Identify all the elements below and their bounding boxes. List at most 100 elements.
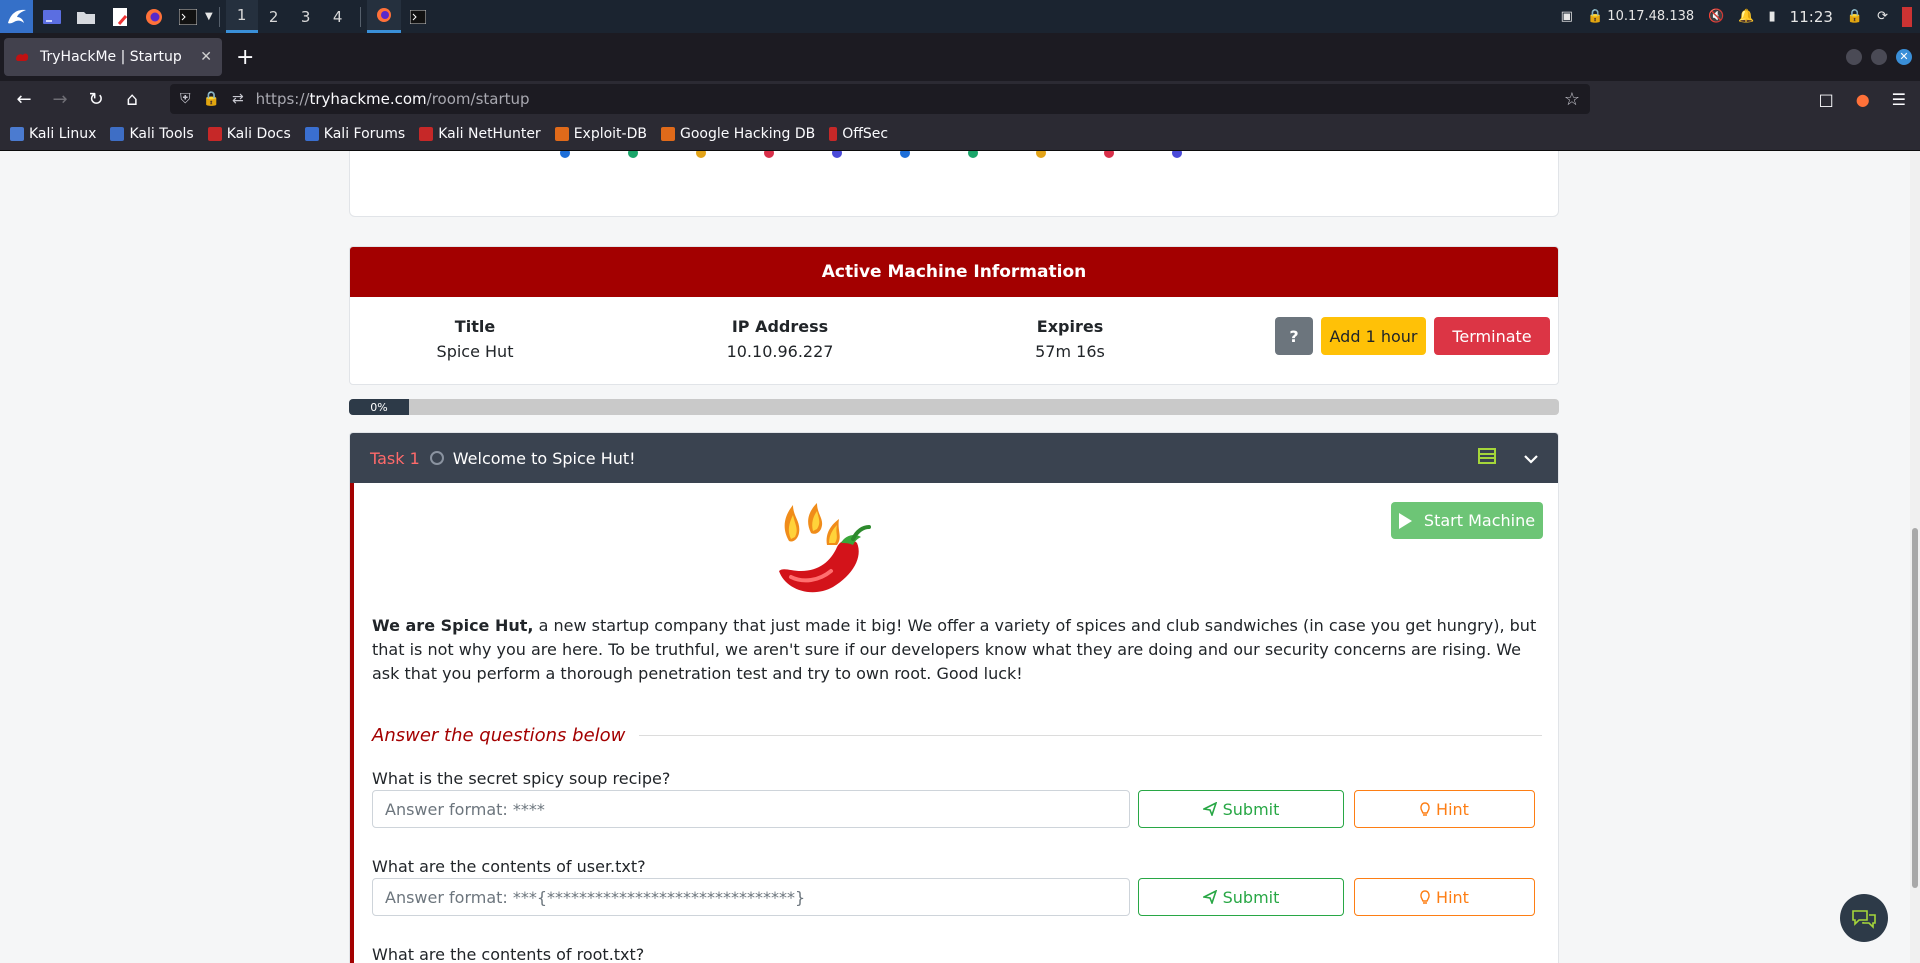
show-desktop-icon[interactable] [37, 2, 67, 32]
workspace-4[interactable]: 4 [322, 0, 354, 33]
network-indicator[interactable]: 🔒 10.17.48.138 [1587, 9, 1694, 24]
task-number: Task 1 [370, 448, 420, 468]
question-2-text: What are the contents of user.txt? [372, 857, 646, 876]
terminate-button[interactable]: Terminate [1434, 317, 1550, 355]
task-header[interactable]: Task 1 Welcome to Spice Hut! [350, 433, 1558, 483]
maximize-window-button[interactable] [1871, 49, 1887, 65]
workspace-3[interactable]: 3 [290, 0, 322, 33]
terminal-launcher-icon[interactable] [173, 2, 203, 32]
workspace-2[interactable]: 2 [258, 0, 290, 33]
forward-arrow-icon[interactable]: → [42, 89, 78, 110]
bookmark-star-icon[interactable]: ☆ [1564, 89, 1580, 110]
file-manager-icon[interactable] [71, 2, 101, 32]
paper-plane-icon [1202, 802, 1217, 816]
chat-bubbles-icon [1852, 910, 1876, 929]
close-window-button[interactable]: ✕ [1896, 49, 1912, 65]
kali-forums-icon [304, 126, 319, 141]
monitor-icon[interactable]: ▣ [1561, 9, 1573, 24]
question-3-text: What are the contents of root.txt? [372, 945, 645, 963]
address-bar[interactable]: ⛨ 🔒 ⇄ https:// tryhackme.com /room/start… [170, 84, 1590, 114]
browser-tab-bar: TryHackMe | Startup ✕ + ✕ [0, 33, 1920, 81]
hint-1-button[interactable]: Hint [1354, 790, 1535, 828]
shield-icon[interactable]: ⛨ [180, 91, 191, 107]
bookmark-kali-linux[interactable]: Kali Linux [10, 126, 96, 142]
pocket-icon[interactable]: □ [1819, 90, 1834, 109]
task-intro-text: We are Spice Hut, a new startup company … [372, 614, 1542, 686]
refresh-session-icon[interactable]: ⟳ [1877, 9, 1888, 24]
terminal-window-button[interactable] [401, 0, 435, 33]
new-tab-button[interactable]: + [236, 45, 254, 70]
play-icon [1398, 512, 1412, 529]
browser-nav-bar: ← → ↻ ⌂ ⛨ 🔒 ⇄ https:// tryhackme.com /ro… [0, 81, 1920, 117]
lock-icon[interactable]: 🔒 [203, 91, 220, 107]
ghdb-icon [660, 126, 675, 141]
vpn-lock-icon: 🔒 [1586, 9, 1604, 24]
volume-muted-icon[interactable]: 🔇 [1708, 9, 1724, 24]
text-editor-icon[interactable] [105, 2, 135, 32]
start-machine-button[interactable]: Start Machine [1391, 502, 1543, 539]
kali-tools-icon [110, 126, 125, 141]
answer-heading-text: Answer the questions below [372, 725, 626, 746]
url-scheme: https:// [255, 90, 310, 108]
lock-screen-icon[interactable]: 🔒 [1847, 9, 1863, 24]
tryhackme-favicon-icon [16, 53, 29, 61]
bookmark-kali-docs[interactable]: Kali Docs [207, 126, 291, 142]
add-hour-button[interactable]: Add 1 hour [1321, 317, 1426, 355]
bookmark-kali-forums[interactable]: Kali Forums [304, 126, 405, 142]
page-content: Active Machine Information Title Spice H… [0, 151, 1920, 963]
machine-title: Title Spice Hut [430, 317, 520, 361]
notifications-bell-icon[interactable]: 🔔 [1738, 9, 1754, 24]
decorative-dots [560, 151, 1182, 158]
bookmark-kali-nethunter[interactable]: Kali NetHunter [419, 126, 541, 142]
exploit-db-icon [554, 126, 569, 141]
clock[interactable]: 11:23 [1790, 8, 1833, 26]
terminal-icon [409, 9, 426, 24]
submit-1-button[interactable]: Submit [1138, 790, 1344, 828]
active-machine-card: Active Machine Information Title Spice H… [349, 246, 1559, 385]
task-notes-icon[interactable] [1478, 448, 1496, 468]
machine-help-button[interactable]: ? [1275, 317, 1313, 355]
battery-icon[interactable]: ▮ [1769, 9, 1776, 24]
menu-hamburger-icon[interactable]: ☰ [1892, 90, 1906, 109]
task-body: Start Machine We are Spice Hut, a new st… [350, 483, 1558, 963]
page-scrollbar[interactable] [1910, 151, 1920, 963]
url-domain: tryhackme.com [309, 90, 427, 108]
room-info-card [349, 151, 1559, 217]
firefox-window-button[interactable] [366, 0, 401, 33]
minimize-window-button[interactable] [1846, 49, 1862, 65]
intro-body: a new startup company that just made it … [372, 616, 1537, 683]
chevron-down-icon[interactable]: ▼ [205, 11, 213, 22]
extension-fox-icon[interactable]: ● [1856, 90, 1870, 109]
lightbulb-icon [1420, 889, 1430, 904]
bookmark-exploit-db[interactable]: Exploit-DB [554, 126, 647, 142]
workspace-1[interactable]: 1 [225, 0, 258, 33]
scrollbar-thumb[interactable] [1912, 528, 1918, 888]
hint-2-button[interactable]: Hint [1354, 878, 1535, 916]
bookmarks-toolbar: Kali Linux Kali Tools Kali Docs Kali For… [0, 117, 1920, 151]
submit-2-button[interactable]: Submit [1138, 878, 1344, 916]
reload-icon[interactable]: ↻ [78, 89, 114, 110]
chat-support-button[interactable] [1840, 894, 1888, 942]
spice-hut-chili-logo [779, 503, 871, 593]
bookmark-kali-tools[interactable]: Kali Tools [110, 126, 194, 142]
answer-2-input[interactable] [372, 878, 1130, 916]
permissions-icon[interactable]: ⇄ [232, 91, 244, 107]
browser-tab[interactable]: TryHackMe | Startup ✕ [4, 38, 222, 76]
machine-expires-label: Expires [1036, 317, 1104, 336]
back-arrow-icon[interactable]: ← [6, 89, 42, 110]
question-1-text: What is the secret spicy soup recipe? [372, 769, 671, 788]
machine-ip: IP Address 10.10.96.227 [710, 317, 850, 361]
start-machine-label: Start Machine [1423, 511, 1536, 530]
paper-plane-icon [1202, 890, 1217, 904]
machine-ip-value: 10.10.96.227 [726, 342, 834, 361]
kali-menu-button[interactable] [0, 0, 33, 33]
chevron-down-icon[interactable] [1524, 449, 1538, 468]
power-icon[interactable] [1902, 6, 1912, 27]
bookmark-offsec[interactable]: OffSec [829, 126, 888, 142]
home-icon[interactable]: ⌂ [114, 89, 150, 110]
close-tab-icon[interactable]: ✕ [200, 49, 212, 65]
bookmark-google-hacking-db[interactable]: Google Hacking DB [660, 126, 815, 142]
answer-1-input[interactable] [372, 790, 1130, 828]
firefox-launcher-icon[interactable] [139, 2, 169, 32]
progress-fill: 0% [349, 399, 409, 415]
